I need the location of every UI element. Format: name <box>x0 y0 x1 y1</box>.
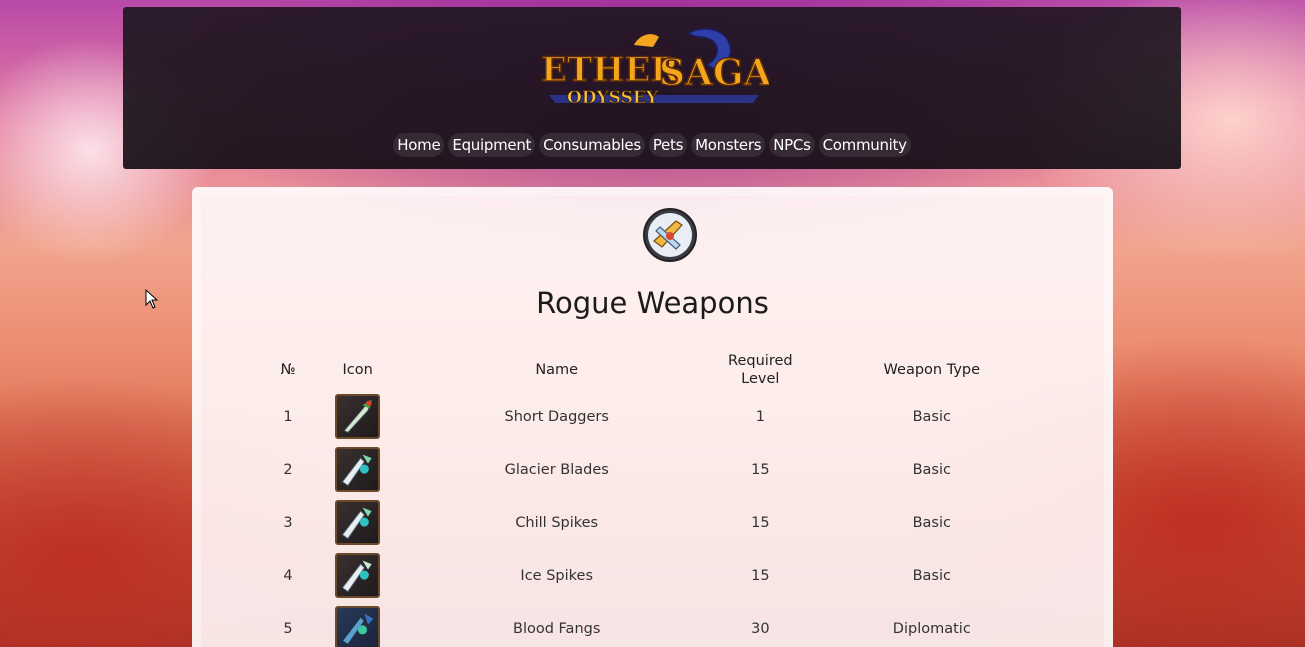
row-number: 1 <box>283 408 293 425</box>
mouse-cursor-icon <box>145 289 159 309</box>
blood-fangs-icon[interactable] <box>335 606 381 647</box>
required-level: 15 <box>751 567 770 584</box>
weapon-name[interactable]: Ice Spikes <box>385 549 728 602</box>
required-level: 30 <box>751 620 770 637</box>
chill-spikes-icon[interactable] <box>335 500 381 545</box>
nav-home[interactable]: Home <box>393 133 445 157</box>
row-number: 5 <box>283 620 293 637</box>
site-header: ETHER SAGA ODYSSEY Home Equipment Consum… <box>123 7 1181 169</box>
weapon-name[interactable]: Glacier Blades <box>385 443 728 496</box>
weapon-name[interactable]: Blood Fangs <box>385 602 728 647</box>
col-number: № <box>280 362 296 378</box>
weapon-type: Basic <box>912 461 951 478</box>
content-panel: Rogue Weapons № Icon Name Required Level… <box>192 187 1113 647</box>
col-required-level: Required Level <box>728 353 793 387</box>
nav-pets[interactable]: Pets <box>648 133 688 157</box>
weapon-type: Basic <box>912 514 951 531</box>
row-number: 2 <box>283 461 293 478</box>
page-title: Rogue Weapons <box>536 286 769 320</box>
row-number: 4 <box>283 567 293 584</box>
table-row[interactable]: 5 Blood Fangs 30 Diplomatic <box>246 602 1071 647</box>
table-row[interactable]: 2 Glacier Blades 15 Basic <box>246 443 1071 496</box>
weapons-table: № Icon Name Required Level Weapon Type 1… <box>246 350 1071 647</box>
table-row[interactable]: 1 Short Daggers 1 Basic <box>246 390 1071 443</box>
short-daggers-icon[interactable] <box>335 394 381 439</box>
col-weapon-type: Weapon Type <box>883 362 981 378</box>
table-row[interactable]: 3 Chill Spikes 15 Basic <box>246 496 1071 549</box>
svg-text:SAGA: SAGA <box>659 52 769 94</box>
glacier-blades-icon[interactable] <box>335 447 381 492</box>
nav-consumables[interactable]: Consumables <box>539 133 645 157</box>
weapon-type: Diplomatic <box>892 620 971 637</box>
required-level: 15 <box>751 461 770 478</box>
rogue-daggers-icon <box>643 208 697 262</box>
svg-text:ODYSSEY: ODYSSEY <box>567 88 659 107</box>
required-level: 1 <box>755 408 765 425</box>
weapon-type: Basic <box>912 408 951 425</box>
weapon-name[interactable]: Chill Spikes <box>385 496 728 549</box>
nav-monsters[interactable]: Monsters <box>691 133 766 157</box>
main-nav: Home Equipment Consumables Pets Monsters… <box>123 133 1181 157</box>
weapon-name[interactable]: Short Daggers <box>385 390 728 443</box>
required-level: 15 <box>751 514 770 531</box>
row-number: 3 <box>283 514 293 531</box>
nav-community[interactable]: Community <box>818 133 911 157</box>
weapon-type: Basic <box>912 567 951 584</box>
table-row[interactable]: 4 Ice Spikes 15 Basic <box>246 549 1071 602</box>
col-name: Name <box>535 362 579 378</box>
nav-npcs[interactable]: NPCs <box>769 133 815 157</box>
ether-saga-logo[interactable]: ETHER SAGA ODYSSEY <box>539 25 769 107</box>
nav-equipment[interactable]: Equipment <box>448 133 536 157</box>
ice-spikes-icon[interactable] <box>335 553 381 598</box>
col-icon: Icon <box>342 362 373 378</box>
table-header-row: № Icon Name Required Level Weapon Type <box>246 350 1071 390</box>
